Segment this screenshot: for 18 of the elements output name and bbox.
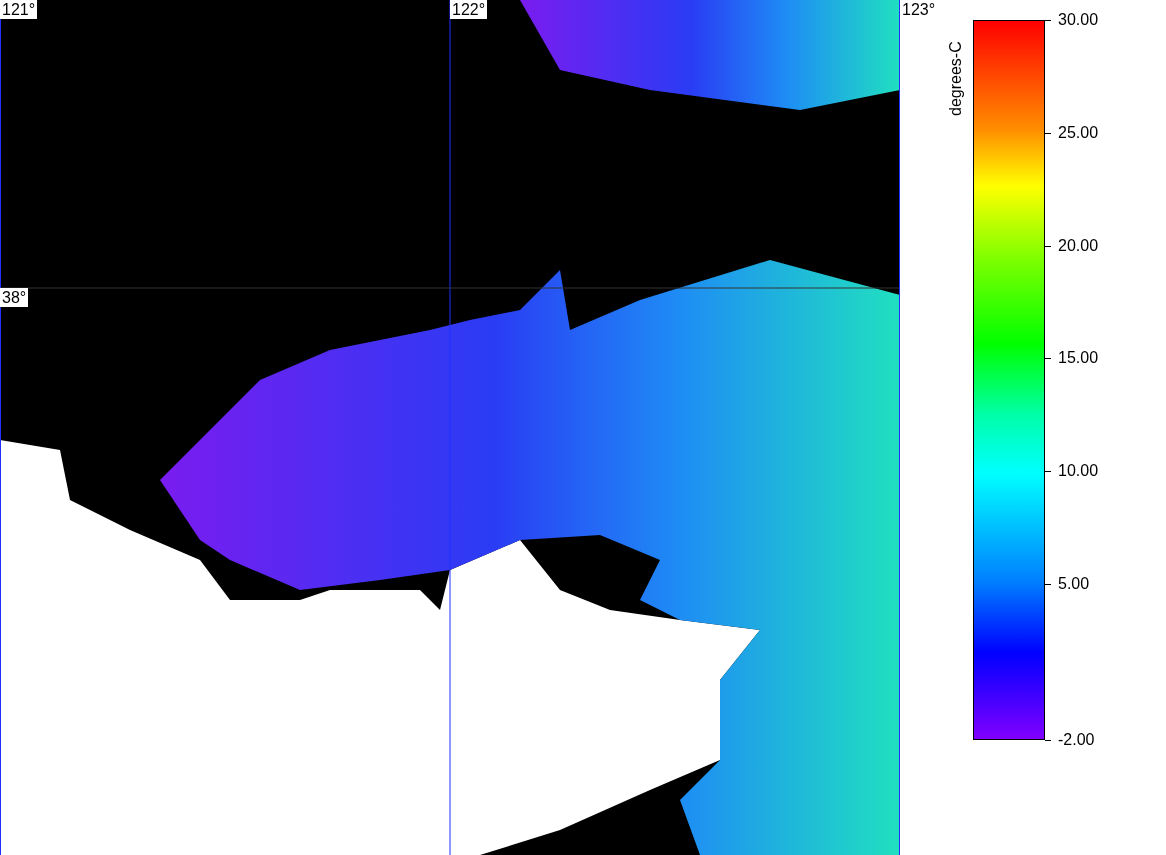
tick-label: -2.00 xyxy=(1058,730,1095,750)
tick-label: 15.00 xyxy=(1058,348,1099,369)
tick-mark xyxy=(1045,132,1051,134)
longitude-label: 122° xyxy=(450,0,488,19)
tick-mark xyxy=(1045,471,1051,473)
tick-label: 10.00 xyxy=(1058,461,1099,482)
latitude-label: 38° xyxy=(0,288,29,307)
longitude-label: 121° xyxy=(0,0,38,19)
tick-mark xyxy=(1045,584,1051,585)
tick-mark xyxy=(1045,245,1051,247)
tick-mark xyxy=(1045,20,1051,21)
tick-label: 25.00 xyxy=(1058,122,1099,143)
legend-title: degrees-C xyxy=(946,41,965,116)
tick-mark xyxy=(1045,740,1051,741)
tick-label: 5.00 xyxy=(1058,574,1090,594)
tick-mark xyxy=(1045,358,1051,360)
tick-label: 30.00 xyxy=(1058,10,1099,30)
tick-label: 20.00 xyxy=(1058,235,1099,256)
